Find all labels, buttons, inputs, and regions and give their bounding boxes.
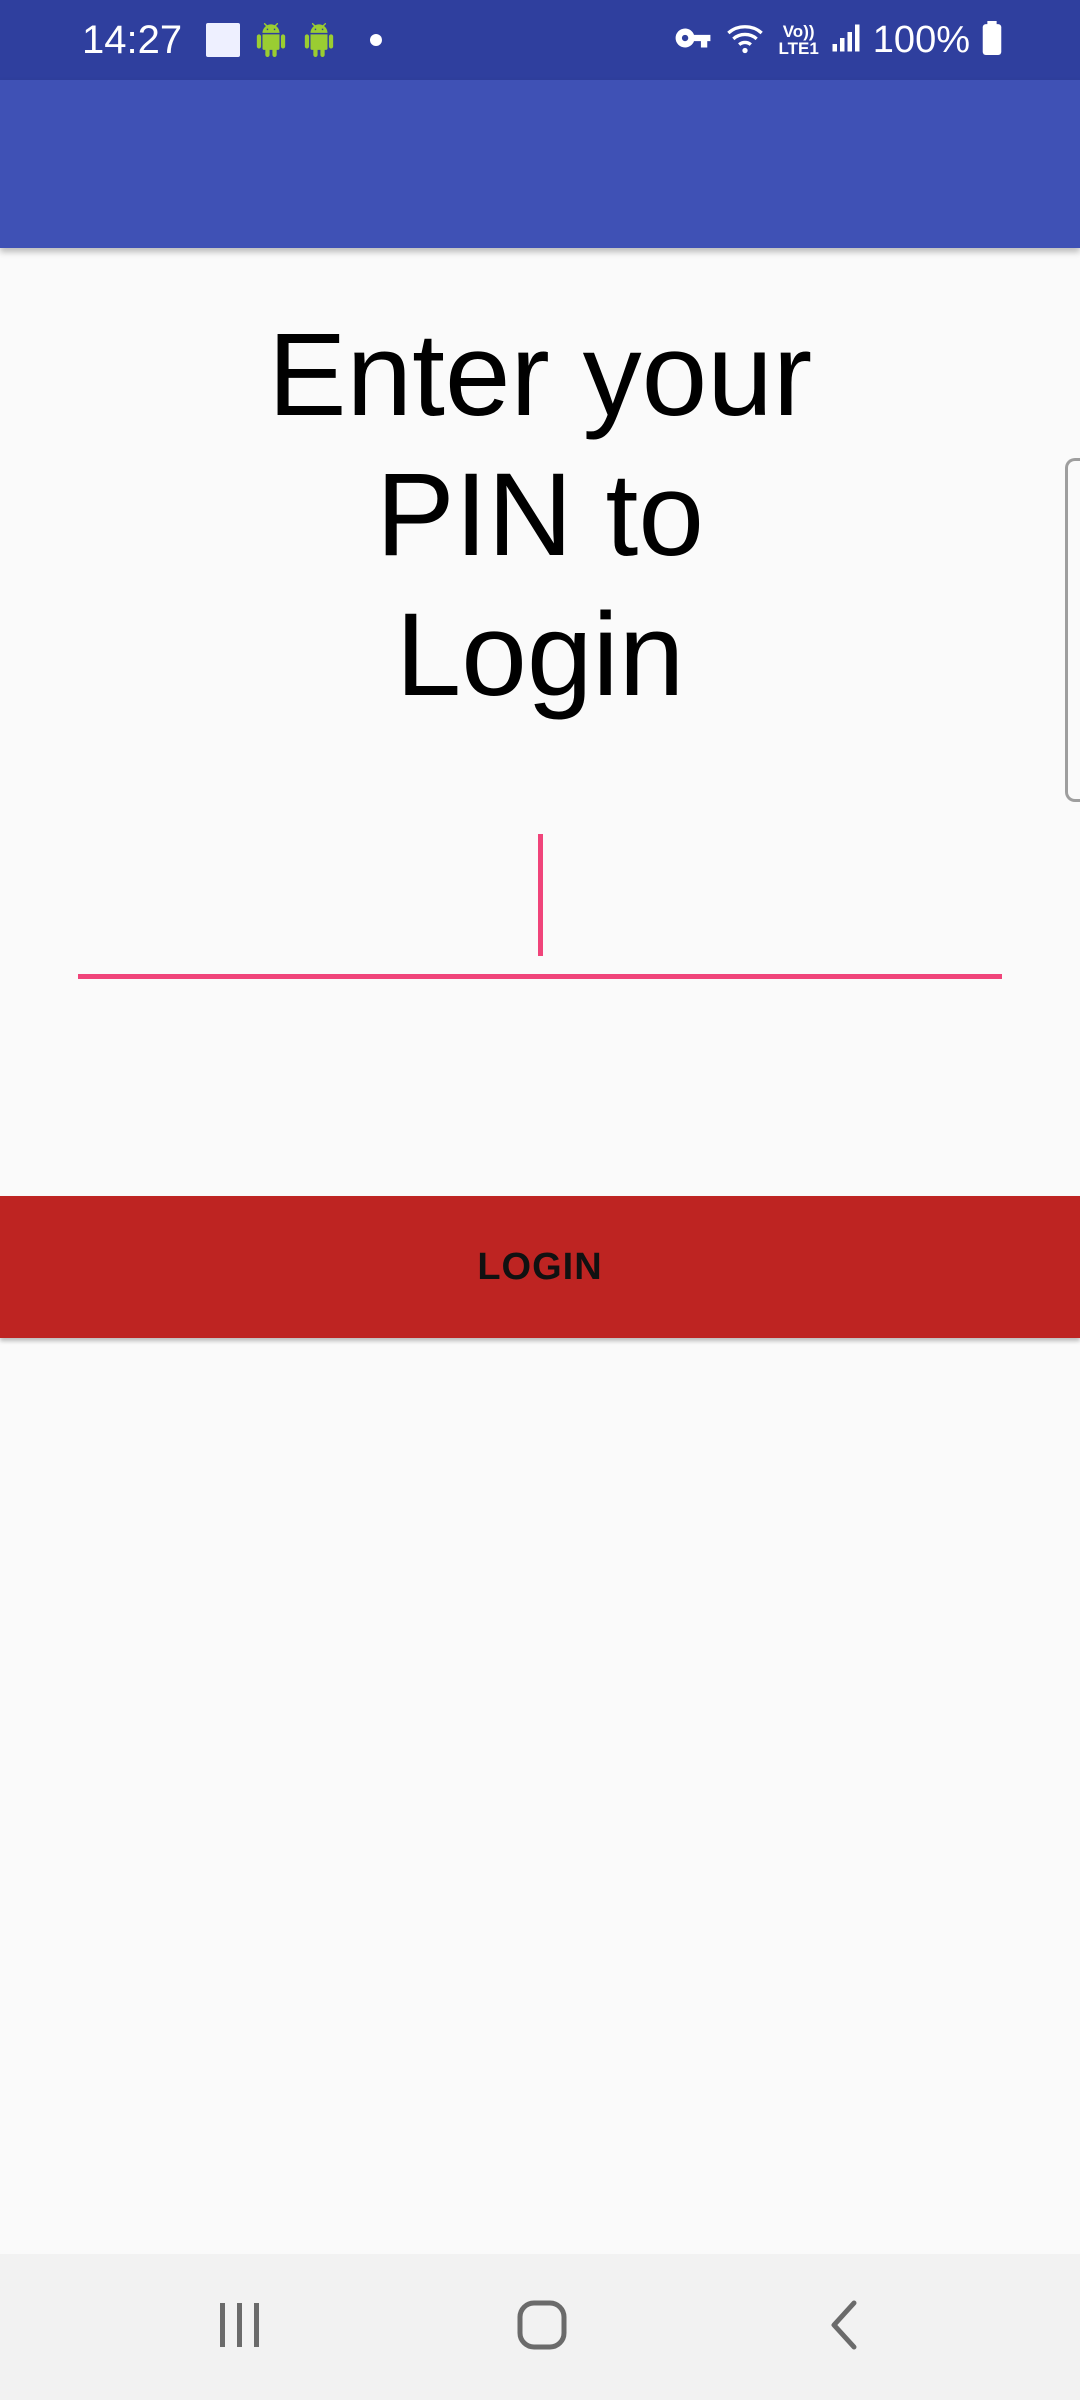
volte-line1: Vo)) <box>782 22 815 41</box>
back-button[interactable] <box>764 2254 924 2400</box>
more-notifications-dot-icon <box>370 34 383 46</box>
android-icon <box>302 23 336 57</box>
pin-underline <box>78 974 1002 979</box>
status-left: 14:27 <box>82 0 383 80</box>
title-line: Login <box>395 589 685 721</box>
edge-panel-handle[interactable] <box>1065 458 1080 802</box>
status-time: 14:27 <box>82 17 183 62</box>
home-icon <box>516 2299 568 2356</box>
volte-line2: LTE1 <box>778 39 819 58</box>
notification-app-icon <box>206 23 241 57</box>
wifi-icon <box>724 18 766 63</box>
signal-icon <box>831 22 861 59</box>
title-line: PIN to <box>376 449 704 581</box>
back-icon <box>826 2299 862 2356</box>
recent-apps-icon <box>216 2301 264 2354</box>
navigation-bar <box>0 2254 1080 2400</box>
android-icon <box>254 23 288 57</box>
title-line: Enter your <box>267 309 813 441</box>
status-right: Vo)) LTE1 100% <box>674 0 1002 80</box>
battery-percent: 100% <box>872 18 970 61</box>
battery-icon <box>982 20 1002 60</box>
login-button[interactable]: LOGIN <box>0 1196 1080 1338</box>
text-cursor <box>538 834 543 956</box>
pin-field[interactable] <box>78 820 1002 982</box>
app-bar <box>0 80 1080 248</box>
recent-apps-button[interactable] <box>160 2254 320 2400</box>
vpn-key-icon <box>674 19 712 62</box>
home-button[interactable] <box>462 2254 622 2400</box>
page-title: Enter your PIN to Login <box>0 305 1080 725</box>
volte-indicator: Vo)) LTE1 <box>778 23 818 57</box>
status-bar: 14:27 Vo)) LTE1 100% <box>0 0 1080 80</box>
